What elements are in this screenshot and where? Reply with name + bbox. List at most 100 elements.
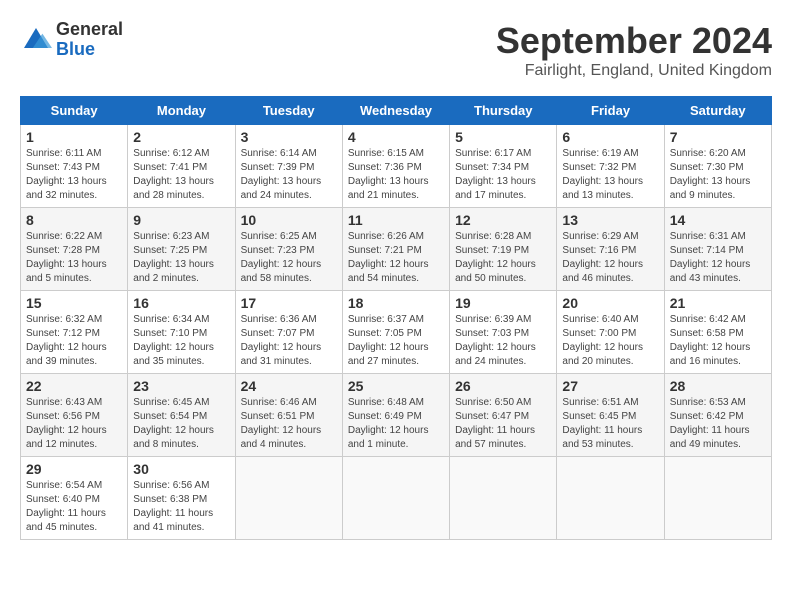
- calendar-cell: 21 Sunrise: 6:42 AM Sunset: 6:58 PM Dayli…: [664, 291, 771, 374]
- calendar-cell: 28 Sunrise: 6:53 AM Sunset: 6:42 PM Dayli…: [664, 374, 771, 457]
- day-info: Sunrise: 6:48 AM Sunset: 6:49 PM Dayligh…: [348, 396, 444, 452]
- calendar-cell: 10 Sunrise: 6:25 AM Sunset: 7:23 PM Dayli…: [235, 208, 342, 291]
- day-info: Sunrise: 6:40 AM Sunset: 7:00 PM Dayligh…: [562, 313, 658, 369]
- calendar-cell: 16 Sunrise: 6:34 AM Sunset: 7:10 PM Dayli…: [128, 291, 235, 374]
- calendar-cell: 23 Sunrise: 6:45 AM Sunset: 6:54 PM Dayli…: [128, 374, 235, 457]
- title-block: September 2024 Fairlight, England, Unite…: [496, 20, 772, 80]
- calendar-cell: 5Sunrise: 6:17 AM Sunset: 7:34 PM Daylig…: [450, 125, 557, 208]
- day-info: Sunrise: 6:20 AM Sunset: 7:30 PM Dayligh…: [670, 147, 766, 203]
- day-number: 25: [348, 378, 444, 394]
- calendar-cell: 15 Sunrise: 6:32 AM Sunset: 7:12 PM Dayli…: [21, 291, 128, 374]
- header-cell-thursday: Thursday: [450, 97, 557, 125]
- calendar-cell: 2 Sunrise: 6:12 AM Sunset: 7:41 PM Daylig…: [128, 125, 235, 208]
- calendar-cell: 22 Sunrise: 6:43 AM Sunset: 6:56 PM Dayli…: [21, 374, 128, 457]
- calendar-cell: 14 Sunrise: 6:31 AM Sunset: 7:14 PM Dayli…: [664, 208, 771, 291]
- calendar-cell: 27 Sunrise: 6:51 AM Sunset: 6:45 PM Dayli…: [557, 374, 664, 457]
- logo-blue: Blue: [56, 40, 123, 60]
- calendar-cell: 12Sunrise: 6:28 AM Sunset: 7:19 PM Dayli…: [450, 208, 557, 291]
- calendar-cell: 1 Sunrise: 6:11 AM Sunset: 7:43 PM Daylig…: [21, 125, 128, 208]
- day-number: 29: [26, 461, 122, 477]
- month-title: September 2024: [496, 20, 772, 62]
- header-cell-friday: Friday: [557, 97, 664, 125]
- day-number: 1: [26, 129, 122, 145]
- day-info: Sunrise: 6:32 AM Sunset: 7:12 PM Dayligh…: [26, 313, 122, 369]
- day-number: 8: [26, 212, 122, 228]
- day-info: Sunrise: 6:56 AM Sunset: 6:38 PM Dayligh…: [133, 479, 229, 535]
- calendar-cell: 18 Sunrise: 6:37 AM Sunset: 7:05 PM Dayli…: [342, 291, 449, 374]
- calendar-cell: 6 Sunrise: 6:19 AM Sunset: 7:32 PM Daylig…: [557, 125, 664, 208]
- calendar-cell: 26Sunrise: 6:50 AM Sunset: 6:47 PM Dayli…: [450, 374, 557, 457]
- header-cell-tuesday: Tuesday: [235, 97, 342, 125]
- day-number: 22: [26, 378, 122, 394]
- calendar-cell: [664, 457, 771, 540]
- day-number: 2: [133, 129, 229, 145]
- day-number: 18: [348, 295, 444, 311]
- day-info: Sunrise: 6:29 AM Sunset: 7:16 PM Dayligh…: [562, 230, 658, 286]
- week-row-1: 1 Sunrise: 6:11 AM Sunset: 7:43 PM Daylig…: [21, 125, 772, 208]
- calendar-cell: 11 Sunrise: 6:26 AM Sunset: 7:21 PM Dayli…: [342, 208, 449, 291]
- calendar-cell: 24Sunrise: 6:46 AM Sunset: 6:51 PM Dayli…: [235, 374, 342, 457]
- week-row-4: 22 Sunrise: 6:43 AM Sunset: 6:56 PM Dayli…: [21, 374, 772, 457]
- header-cell-saturday: Saturday: [664, 97, 771, 125]
- day-info: Sunrise: 6:25 AM Sunset: 7:23 PM Dayligh…: [241, 230, 337, 286]
- day-info: Sunrise: 6:36 AM Sunset: 7:07 PM Dayligh…: [241, 313, 337, 369]
- day-info: Sunrise: 6:51 AM Sunset: 6:45 PM Dayligh…: [562, 396, 658, 452]
- day-number: 14: [670, 212, 766, 228]
- day-number: 15: [26, 295, 122, 311]
- day-number: 10: [241, 212, 337, 228]
- header-cell-sunday: Sunday: [21, 97, 128, 125]
- day-number: 11: [348, 212, 444, 228]
- day-info: Sunrise: 6:37 AM Sunset: 7:05 PM Dayligh…: [348, 313, 444, 369]
- day-info: Sunrise: 6:34 AM Sunset: 7:10 PM Dayligh…: [133, 313, 229, 369]
- day-info: Sunrise: 6:12 AM Sunset: 7:41 PM Dayligh…: [133, 147, 229, 203]
- day-info: Sunrise: 6:15 AM Sunset: 7:36 PM Dayligh…: [348, 147, 444, 203]
- day-number: 6: [562, 129, 658, 145]
- day-info: Sunrise: 6:11 AM Sunset: 7:43 PM Dayligh…: [26, 147, 122, 203]
- day-number: 4: [348, 129, 444, 145]
- day-number: 24: [241, 378, 337, 394]
- day-number: 16: [133, 295, 229, 311]
- day-info: Sunrise: 6:14 AM Sunset: 7:39 PM Dayligh…: [241, 147, 337, 203]
- header-cell-monday: Monday: [128, 97, 235, 125]
- week-row-5: 29 Sunrise: 6:54 AM Sunset: 6:40 PM Dayli…: [21, 457, 772, 540]
- calendar-cell: 25 Sunrise: 6:48 AM Sunset: 6:49 PM Dayli…: [342, 374, 449, 457]
- day-info: Sunrise: 6:31 AM Sunset: 7:14 PM Dayligh…: [670, 230, 766, 286]
- week-row-3: 15 Sunrise: 6:32 AM Sunset: 7:12 PM Dayli…: [21, 291, 772, 374]
- calendar-table: SundayMondayTuesdayWednesdayThursdayFrid…: [20, 96, 772, 540]
- day-info: Sunrise: 6:39 AM Sunset: 7:03 PM Dayligh…: [455, 313, 551, 369]
- calendar-cell: [557, 457, 664, 540]
- calendar-cell: 17Sunrise: 6:36 AM Sunset: 7:07 PM Dayli…: [235, 291, 342, 374]
- logo-icon: [20, 24, 52, 56]
- day-info: Sunrise: 6:43 AM Sunset: 6:56 PM Dayligh…: [26, 396, 122, 452]
- header-row: SundayMondayTuesdayWednesdayThursdayFrid…: [21, 97, 772, 125]
- day-info: Sunrise: 6:19 AM Sunset: 7:32 PM Dayligh…: [562, 147, 658, 203]
- day-info: Sunrise: 6:45 AM Sunset: 6:54 PM Dayligh…: [133, 396, 229, 452]
- day-number: 9: [133, 212, 229, 228]
- day-number: 21: [670, 295, 766, 311]
- calendar-cell: [450, 457, 557, 540]
- day-info: Sunrise: 6:17 AM Sunset: 7:34 PM Dayligh…: [455, 147, 551, 203]
- calendar-cell: 9Sunrise: 6:23 AM Sunset: 7:25 PM Daylig…: [128, 208, 235, 291]
- calendar-cell: 8 Sunrise: 6:22 AM Sunset: 7:28 PM Daylig…: [21, 208, 128, 291]
- week-row-2: 8 Sunrise: 6:22 AM Sunset: 7:28 PM Daylig…: [21, 208, 772, 291]
- day-number: 7: [670, 129, 766, 145]
- day-info: Sunrise: 6:54 AM Sunset: 6:40 PM Dayligh…: [26, 479, 122, 535]
- day-info: Sunrise: 6:26 AM Sunset: 7:21 PM Dayligh…: [348, 230, 444, 286]
- logo: General Blue: [20, 20, 123, 60]
- calendar-cell: [342, 457, 449, 540]
- day-info: Sunrise: 6:22 AM Sunset: 7:28 PM Dayligh…: [26, 230, 122, 286]
- day-info: Sunrise: 6:28 AM Sunset: 7:19 PM Dayligh…: [455, 230, 551, 286]
- day-info: Sunrise: 6:42 AM Sunset: 6:58 PM Dayligh…: [670, 313, 766, 369]
- calendar-cell: 19 Sunrise: 6:39 AM Sunset: 7:03 PM Dayli…: [450, 291, 557, 374]
- calendar-cell: 30Sunrise: 6:56 AM Sunset: 6:38 PM Dayli…: [128, 457, 235, 540]
- calendar-cell: 4 Sunrise: 6:15 AM Sunset: 7:36 PM Daylig…: [342, 125, 449, 208]
- day-number: 27: [562, 378, 658, 394]
- day-number: 28: [670, 378, 766, 394]
- day-number: 19: [455, 295, 551, 311]
- day-number: 3: [241, 129, 337, 145]
- day-info: Sunrise: 6:53 AM Sunset: 6:42 PM Dayligh…: [670, 396, 766, 452]
- logo-text: General Blue: [56, 20, 123, 60]
- day-number: 23: [133, 378, 229, 394]
- day-number: 13: [562, 212, 658, 228]
- logo-general: General: [56, 20, 123, 40]
